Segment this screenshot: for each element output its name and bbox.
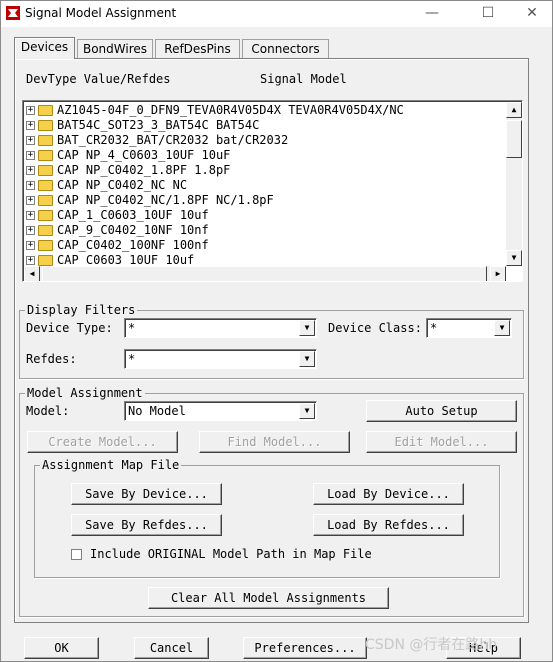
column-header-signal-model: Signal Model [260, 72, 347, 86]
auto-setup-button[interactable]: Auto Setup [366, 400, 517, 422]
tree-row[interactable]: + CAP NP_C0402_NC/1.8PF NC/1.8pF [26, 193, 274, 208]
find-model-button[interactable]: Find Model... [199, 431, 350, 453]
device-class-label: Device Class: [328, 321, 422, 335]
close-icon[interactable]: ✕ [517, 3, 547, 23]
app-icon [6, 6, 20, 20]
tab-refdespins[interactable]: RefDesPins [155, 39, 240, 59]
model-combo[interactable]: No Model ▼ [124, 401, 317, 421]
clear-all-assignments-button[interactable]: Clear All Model Assignments [148, 587, 389, 609]
tree-row[interactable]: + CAP_1_C0603_10UF 10uf [26, 208, 209, 223]
include-original-checkbox[interactable] [71, 549, 82, 560]
device-class-combo[interactable]: * ▼ [426, 318, 512, 338]
tree-row[interactable]: + BAT54C_SOT23_3_BAT54C BAT54C [26, 118, 259, 133]
scroll-down-icon[interactable]: ▼ [506, 250, 522, 266]
tree-row[interactable]: + CAP NP_C0402_1.8PF 1.8pF [26, 163, 230, 178]
scroll-right-icon[interactable]: ▶ [490, 266, 506, 281]
scroll-thumb[interactable] [506, 120, 522, 158]
cancel-button[interactable]: Cancel [134, 637, 209, 659]
folder-icon [38, 240, 53, 251]
expand-icon[interactable]: + [26, 226, 35, 235]
expand-icon[interactable]: + [26, 151, 35, 160]
folder-icon [38, 210, 53, 221]
expand-icon[interactable]: + [26, 166, 35, 175]
title-bar: Signal Model Assignment — ☐ ✕ [1, 1, 552, 27]
save-by-refdes-button[interactable]: Save By Refdes... [71, 514, 222, 536]
model-label: Model: [26, 404, 70, 418]
folder-icon [38, 105, 53, 116]
folder-icon [38, 120, 53, 131]
folder-icon [38, 150, 53, 161]
display-filters-title: Display Filters [25, 303, 138, 317]
save-by-device-button[interactable]: Save By Device... [71, 483, 222, 505]
preferences-button[interactable]: Preferences... [243, 637, 367, 659]
maximize-icon[interactable]: ☐ [473, 3, 503, 23]
vertical-scrollbar[interactable]: ▲ ▼ [506, 102, 522, 266]
tree-row[interactable]: + CAP_9_C0402_10NF 10nf [26, 223, 209, 238]
tree-row[interactable]: + CAP NP_C0402_NC NC [26, 178, 187, 193]
tab-connectors[interactable]: Connectors [242, 39, 329, 59]
create-model-button[interactable]: Create Model... [27, 431, 178, 453]
column-header-devtype: DevType Value/Refdes [26, 72, 171, 86]
load-by-refdes-button[interactable]: Load By Refdes... [313, 514, 464, 536]
scroll-left-icon[interactable]: ◀ [24, 266, 40, 281]
edit-model-button[interactable]: Edit Model... [366, 431, 517, 453]
tree-row[interactable]: + AZ1045-04F_0_DFN9_TEVA0R4V05D4X TEVA0R4… [26, 103, 404, 118]
expand-icon[interactable]: + [26, 256, 35, 265]
tree-row[interactable]: + CAP NP_4_C0603_10UF 10uF [26, 148, 230, 163]
load-by-device-button[interactable]: Load By Device... [313, 483, 464, 505]
expand-icon[interactable]: + [26, 181, 35, 190]
chevron-down-icon[interactable]: ▼ [299, 403, 315, 419]
chevron-down-icon[interactable]: ▼ [494, 320, 510, 336]
folder-icon [38, 180, 53, 191]
tree-row[interactable]: + CAP_C0402_100NF 100nf [26, 238, 209, 253]
folder-icon [38, 225, 53, 236]
device-type-label: Device Type: [26, 321, 113, 335]
window-title: Signal Model Assignment [25, 6, 177, 20]
model-assignment-title: Model Assignment [25, 386, 145, 400]
device-type-combo[interactable]: * ▼ [124, 318, 317, 338]
tab-devices[interactable]: Devices [14, 37, 75, 59]
expand-icon[interactable]: + [26, 211, 35, 220]
expand-icon[interactable]: + [26, 121, 35, 130]
tree-row[interactable]: + BAT_CR2032_BAT/CR2032 bat/CR2032 [26, 133, 288, 148]
chevron-down-icon[interactable]: ▼ [299, 351, 315, 367]
expand-icon[interactable]: + [26, 106, 35, 115]
folder-icon [38, 165, 53, 176]
horizontal-scrollbar[interactable]: ◀ ▶ [24, 266, 506, 281]
folder-icon [38, 135, 53, 146]
ok-button[interactable]: OK [24, 637, 99, 659]
watermark: CSDN @行者在路hh [365, 637, 498, 653]
minimize-icon[interactable]: — [417, 3, 447, 23]
scroll-up-icon[interactable]: ▲ [506, 102, 522, 118]
scroll-thumb-horizontal[interactable] [42, 266, 487, 281]
chevron-down-icon[interactable]: ▼ [299, 320, 315, 336]
refdes-label: Refdes: [26, 352, 77, 366]
folder-icon [38, 195, 53, 206]
include-original-label: Include ORIGINAL Model Path in Map File [90, 547, 372, 561]
folder-icon [38, 255, 53, 266]
expand-icon[interactable]: + [26, 196, 35, 205]
dialog-window: Signal Model Assignment — ☐ ✕ Devices Bo… [0, 0, 553, 662]
assignment-map-file-title: Assignment Map File [40, 458, 182, 472]
refdes-combo[interactable]: * ▼ [124, 349, 317, 369]
expand-icon[interactable]: + [26, 241, 35, 250]
expand-icon[interactable]: + [26, 136, 35, 145]
device-tree-list[interactable]: + AZ1045-04F_0_DFN9_TEVA0R4V05D4X TEVA0R4… [22, 100, 523, 282]
tab-bondwires[interactable]: BondWires [77, 39, 153, 59]
